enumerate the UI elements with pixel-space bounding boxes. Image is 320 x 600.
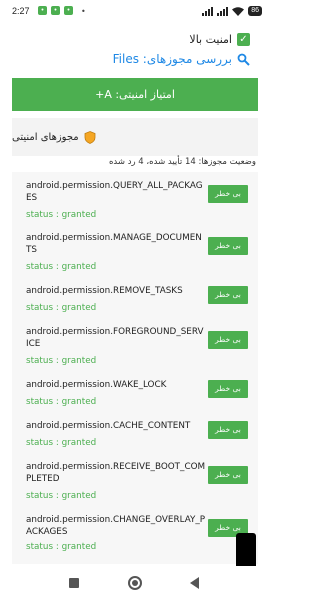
recent-apps-icon[interactable]	[69, 578, 79, 588]
permission-name: android.permission.WAKE_LOCK	[26, 380, 167, 390]
permission-name: android.permission.RECEIVE_BOOT_COMPLETE…	[26, 462, 206, 484]
permission-status: status : granted	[26, 438, 97, 448]
safe-badge-button[interactable]: بی خطر	[208, 421, 248, 439]
permission-status: status : granted	[26, 542, 97, 552]
permission-name: android.permission.MANAGE_DOCUMENTS	[26, 233, 202, 255]
navigation-bar	[0, 566, 270, 600]
back-icon[interactable]	[190, 577, 199, 589]
security-score-banner: امتیاز امنیتی: A+	[12, 78, 258, 111]
more-notifications-icon: •	[81, 7, 86, 16]
permissions-section-title: مجوزهای امنیتی	[12, 131, 79, 143]
permission-name: android.permission.CHANGE_OVERLAY_PACKAG…	[26, 515, 206, 537]
chat-notification-icon: •	[38, 6, 47, 15]
check-permissions-label: بررسی مجوزهای: Files	[112, 52, 232, 66]
permissions-section-header: مجوزهای امنیتی	[12, 118, 258, 156]
shield-icon	[84, 130, 96, 144]
safe-badge-button[interactable]: بی خطر	[208, 286, 248, 304]
security-level: ✓ امنیت بالا	[189, 33, 250, 46]
permission-status: status : granted	[26, 262, 97, 272]
safe-badge-button[interactable]: بی خطر	[208, 466, 248, 484]
status-time: 2:27	[12, 6, 30, 16]
safe-badge-button[interactable]: بی خطر	[208, 331, 248, 349]
permission-name: android.permission.CACHE_CONTENT	[26, 421, 191, 431]
permission-status: status : granted	[26, 303, 97, 313]
signal-icon-2	[217, 6, 229, 16]
safe-badge-button[interactable]: بی خطر	[208, 237, 248, 255]
permission-name: android.permission.REMOVE_TASKS	[26, 286, 183, 296]
wifi-icon	[232, 6, 245, 16]
permission-name: android.permission.FOREGROUND_SERVICE	[26, 327, 204, 349]
permission-name: android.permission.QUERY_ALL_PACKAGES	[26, 181, 203, 203]
status-bar: 2:27 • • • • 86	[0, 0, 270, 24]
safe-badge-button[interactable]: بی خطر	[208, 380, 248, 398]
home-icon[interactable]	[128, 576, 142, 590]
permission-status: status : granted	[26, 491, 97, 501]
safe-badge-button[interactable]: بی خطر	[208, 185, 248, 203]
signal-icon	[202, 6, 214, 16]
check-permissions-title: بررسی مجوزهای: Files	[113, 52, 250, 66]
permission-status: status : granted	[26, 397, 97, 407]
permission-status: status : granted	[26, 210, 97, 220]
media-notification-icon: •	[64, 6, 73, 15]
message-notification-icon: •	[51, 6, 60, 15]
check-icon: ✓	[237, 33, 250, 46]
magnifier-icon	[237, 53, 250, 66]
security-level-label: امنیت بالا	[189, 33, 232, 46]
permissions-summary: وضعیت مجوزها: 14 تأیید شده، 4 رد شده	[108, 157, 256, 167]
battery-icon: 86	[248, 6, 262, 16]
permissions-list[interactable]: android.permission.QUERY_ALL_PACKAGES st…	[12, 172, 258, 564]
permission-status: status : granted	[26, 356, 97, 366]
